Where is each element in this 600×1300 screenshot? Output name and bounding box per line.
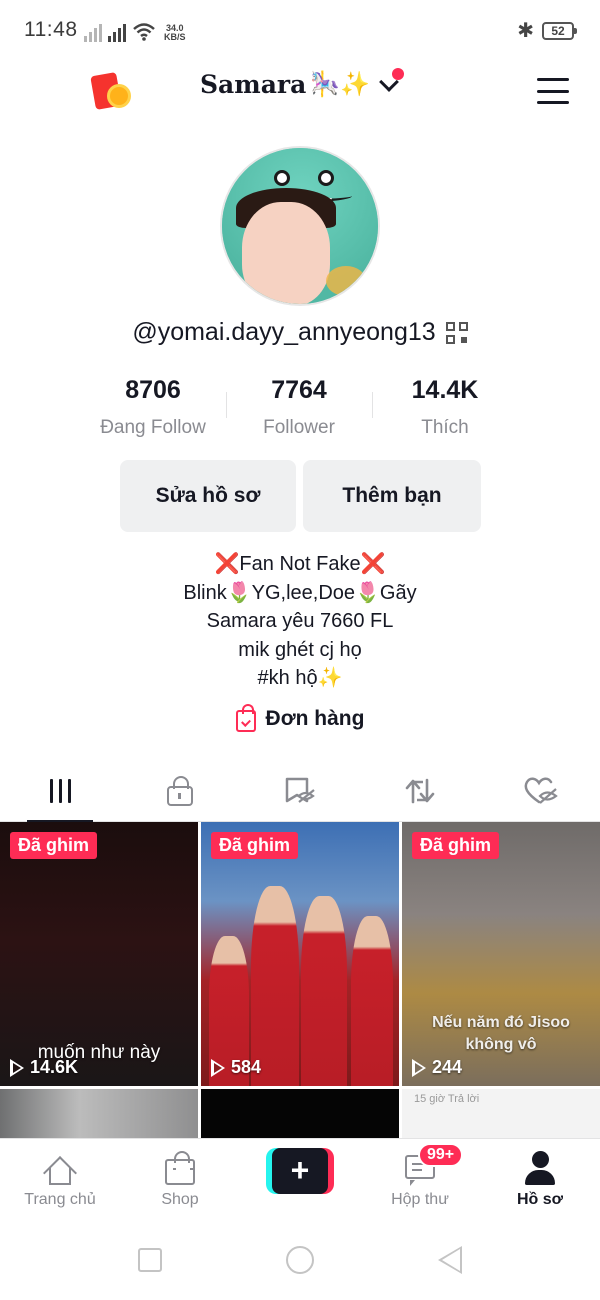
- heart-hidden-icon: [524, 777, 558, 804]
- nav-home[interactable]: Trang chủ: [0, 1139, 120, 1219]
- account-switcher[interactable]: Samara 🎠✨: [200, 70, 399, 99]
- username: @yomai.dayy_annyeong13: [132, 318, 436, 346]
- tab-repost[interactable]: [360, 760, 480, 822]
- qr-code-icon[interactable]: [445, 321, 468, 344]
- pinned-badge: Đã ghim: [412, 832, 500, 859]
- plus-icon: +: [272, 1148, 328, 1194]
- shop-bag-icon: [165, 1151, 195, 1185]
- stat-divider: [372, 392, 373, 418]
- view-count: 584: [211, 1057, 261, 1078]
- bluetooth-icon: ✱: [517, 20, 534, 42]
- signal-icon: [108, 24, 126, 42]
- status-icons: 34.0 KB/S: [84, 20, 186, 42]
- home-circle-icon[interactable]: [286, 1246, 314, 1274]
- pinned-badge: Đã ghim: [10, 832, 98, 859]
- system-nav-bar: [0, 1218, 600, 1300]
- stat-label: Thích: [421, 417, 469, 438]
- nav-label: Shop: [161, 1191, 199, 1208]
- bio-line: Samara yêu 7660 FL: [206, 610, 394, 632]
- title-emoji: 🎠✨: [310, 71, 371, 98]
- profile-bio: ❌Fan Not Fake❌ Blink🌷YG,lee,Doe🌷Gãy Sama…: [0, 550, 600, 693]
- nav-shop[interactable]: Shop: [120, 1139, 240, 1219]
- view-count: 14.6K: [10, 1057, 78, 1078]
- stat-value: 8706: [125, 376, 181, 404]
- avatar[interactable]: [220, 146, 380, 306]
- video-thumbnail[interactable]: 15 giờ Trả lời: [402, 1089, 600, 1138]
- stat-value: 7764: [271, 376, 327, 404]
- stat-likes[interactable]: 14.4K Thích: [372, 372, 518, 442]
- red-envelope-icon[interactable]: [90, 72, 133, 112]
- wifi-icon: [133, 23, 155, 41]
- nav-label: Hồ sơ: [516, 1191, 564, 1208]
- video-thumbnail[interactable]: [0, 1089, 198, 1138]
- thumbnail-texture: [0, 950, 198, 978]
- stat-value: 14.4K: [411, 376, 479, 404]
- bottom-nav: Trang chủ Shop + 99+ Hộp thư Hồ sơ: [0, 1138, 600, 1218]
- status-bar: 11:48 34.0 KB/S ✱ 52: [0, 0, 600, 60]
- nav-label: Trang chủ: [24, 1191, 96, 1208]
- notification-dot: [392, 68, 404, 80]
- orders-link[interactable]: Đơn hàng: [0, 704, 600, 732]
- lock-icon: [167, 776, 193, 806]
- profile-icon: [525, 1151, 555, 1185]
- recents-icon[interactable]: [138, 1248, 162, 1272]
- thumbnail-figure: [301, 896, 347, 1086]
- bio-line: Blink🌷YG,lee,Doe🌷Gãy: [183, 581, 417, 604]
- username-row: @yomai.dayy_annyeong13: [0, 318, 600, 347]
- video-thumbnail[interactable]: [201, 1089, 399, 1138]
- stat-label: Đang Follow: [100, 417, 206, 438]
- stat-divider: [226, 392, 227, 418]
- battery-icon: 52: [542, 21, 577, 40]
- play-icon: [211, 1058, 225, 1077]
- back-icon[interactable]: [438, 1246, 462, 1274]
- nav-create[interactable]: +: [240, 1139, 360, 1219]
- shopping-bag-icon: [235, 704, 256, 732]
- signal-x-icon: [84, 24, 102, 42]
- thumbnail-figure: [351, 916, 393, 1086]
- play-icon: [10, 1058, 24, 1077]
- inbox-badge: 99+: [418, 1143, 464, 1167]
- menu-icon[interactable]: [537, 78, 569, 104]
- pinned-badge: Đã ghim: [211, 832, 299, 859]
- content-tabs: [0, 760, 600, 823]
- profile-header: Samara 🎠✨: [0, 60, 600, 120]
- bookmark-hidden-icon: [285, 777, 315, 803]
- tab-saved[interactable]: [240, 760, 360, 822]
- bio-line: ❌Fan Not Fake❌: [214, 553, 386, 575]
- repost-icon: [405, 778, 435, 804]
- status-time: 11:48: [24, 18, 78, 41]
- profile-stats: 8706 Đang Follow 7764 Follower 14.4K Thí…: [80, 372, 520, 442]
- view-count: 244: [412, 1057, 462, 1078]
- play-icon: [412, 1058, 426, 1077]
- add-friend-button[interactable]: Thêm bạn: [303, 460, 481, 532]
- stat-label: Follower: [263, 417, 335, 438]
- home-icon: [43, 1155, 77, 1190]
- grid-icon: [49, 779, 71, 803]
- tab-videos[interactable]: [0, 760, 120, 823]
- thumbnail-figure: [251, 886, 299, 1086]
- tab-liked[interactable]: [480, 760, 600, 822]
- nav-inbox[interactable]: 99+ Hộp thư: [360, 1139, 480, 1219]
- video-grid: Đã ghim muốn như này 14.6K Đã ghim 584 Đ…: [0, 822, 600, 1138]
- nav-label: Hộp thư: [391, 1191, 449, 1208]
- stat-following[interactable]: 8706 Đang Follow: [80, 372, 226, 442]
- page-title: Samara: [200, 70, 307, 99]
- create-button[interactable]: +: [266, 1148, 334, 1194]
- thumbnail-text: 15 giờ Trả lời: [414, 1093, 480, 1105]
- tab-private[interactable]: [120, 760, 240, 822]
- status-right: ✱ 52: [517, 18, 577, 43]
- bio-line: mik ghét cj họ: [238, 638, 362, 661]
- orders-label: Đơn hàng: [265, 707, 365, 730]
- video-caption: Nếu năm đó Jisoo không vô: [432, 1014, 570, 1053]
- nav-profile[interactable]: Hồ sơ: [480, 1139, 600, 1219]
- video-thumbnail[interactable]: Đã ghim Nếu năm đó Jisoo không vô 244: [402, 822, 600, 1086]
- video-thumbnail[interactable]: Đã ghim 584: [201, 822, 399, 1086]
- network-speed: 34.0 KB/S: [164, 23, 186, 42]
- edit-profile-button[interactable]: Sửa hồ sơ: [120, 460, 296, 532]
- stat-followers[interactable]: 7764 Follower: [226, 372, 372, 442]
- video-thumbnail[interactable]: Đã ghim muốn như này 14.6K: [0, 822, 198, 1086]
- bio-line: #kh hộ✨: [257, 667, 343, 689]
